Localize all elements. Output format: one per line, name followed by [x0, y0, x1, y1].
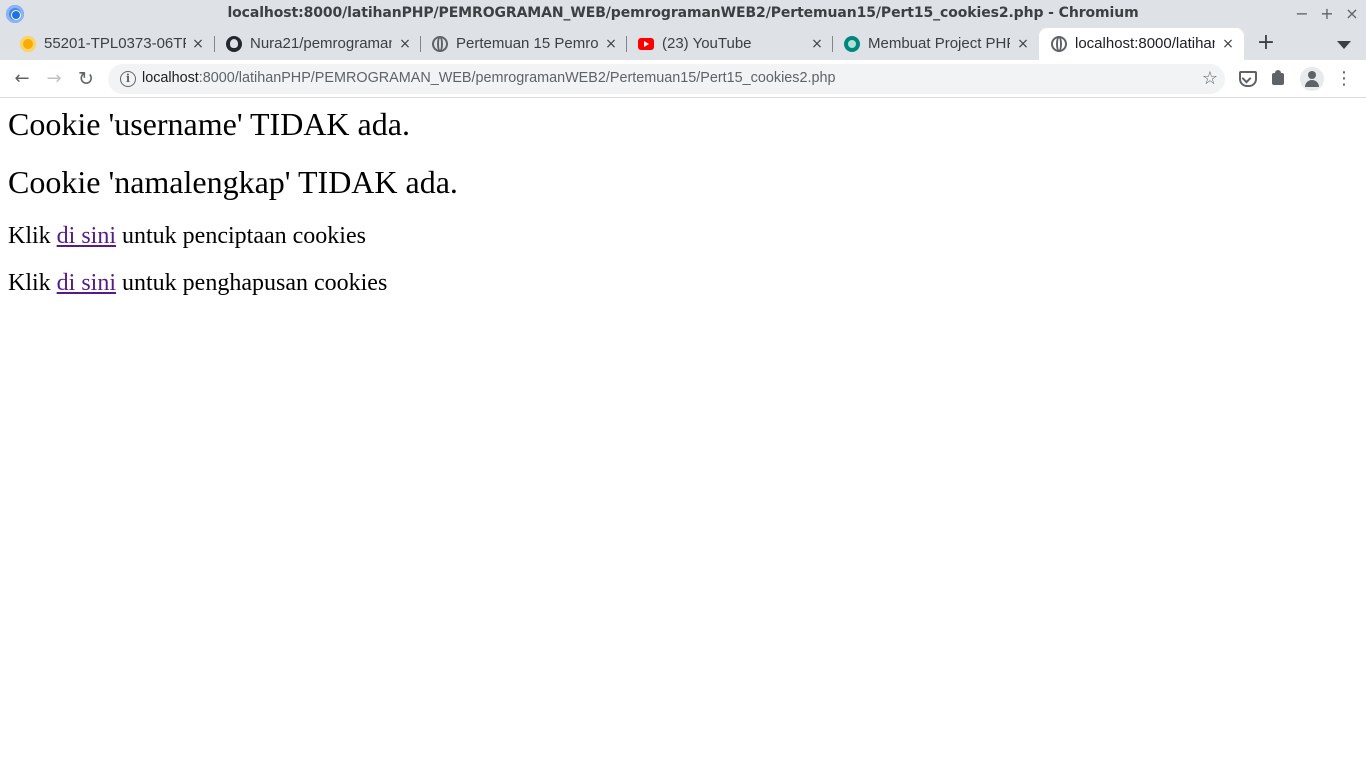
- create-suffix: untuk penciptaan cookies: [116, 223, 366, 249]
- title-bar: localhost:8000/latihanPHP/PEMROGRAMAN_WE…: [0, 0, 1366, 28]
- tab-github[interactable]: Nura21/pemrograman ×: [214, 28, 421, 60]
- tab-close-button[interactable]: ×: [396, 35, 414, 53]
- bookmark-star-icon[interactable]: ☆: [1199, 68, 1221, 90]
- tab-close-button[interactable]: ×: [1014, 35, 1032, 53]
- tab-search-button[interactable]: [1333, 34, 1355, 56]
- tab-localhost-active[interactable]: localhost:8000/latihan ×: [1039, 28, 1244, 60]
- create-cookies-link[interactable]: di sini: [57, 223, 116, 249]
- delete-cookies-line: Klik di sini untuk penghapusan cookies: [8, 270, 387, 297]
- moodle-icon: [20, 36, 36, 52]
- tab-close-button[interactable]: ×: [189, 35, 207, 53]
- pocket-icon[interactable]: [1237, 68, 1259, 90]
- username-cookie-heading: Cookie 'username' TIDAK ada.: [8, 106, 410, 142]
- page-content: Cookie 'username' TIDAK ada. Cookie 'nam…: [0, 99, 1366, 768]
- tab-membuat-project[interactable]: Membuat Project PHP ×: [832, 28, 1037, 60]
- github-icon: [226, 36, 242, 52]
- back-button[interactable]: ←: [10, 67, 34, 91]
- profile-avatar[interactable]: [1300, 67, 1324, 91]
- create-prefix: Klik: [8, 223, 57, 249]
- tab-title: 55201-TPL0373-06TPL: [44, 35, 186, 52]
- site-icon: [844, 36, 860, 52]
- tab-close-button[interactable]: ×: [1219, 35, 1237, 53]
- tab-moodle[interactable]: 55201-TPL0373-06TPL ×: [8, 28, 215, 60]
- tab-title: localhost:8000/latihan: [1075, 35, 1215, 52]
- maximize-button[interactable]: +: [1316, 3, 1338, 25]
- namalengkap-cookie-heading: Cookie 'namalengkap' TIDAK ada.: [8, 164, 458, 200]
- tab-title: (23) YouTube: [662, 35, 752, 52]
- minimize-button[interactable]: −: [1291, 3, 1313, 25]
- tab-youtube[interactable]: (23) YouTube ×: [626, 28, 833, 60]
- address-bar[interactable]: i localhost:8000/latihanPHP/PEMROGRAMAN_…: [108, 64, 1225, 94]
- delete-cookies-link[interactable]: di sini: [57, 270, 116, 296]
- window-title: localhost:8000/latihanPHP/PEMROGRAMAN_WE…: [227, 5, 1139, 21]
- extensions-icon[interactable]: [1269, 68, 1291, 90]
- tab-close-button[interactable]: ×: [602, 35, 620, 53]
- address-url[interactable]: localhost:8000/latihanPHP/PEMROGRAMAN_WE…: [142, 70, 835, 86]
- tab-title: Pertemuan 15 Pemrog: [456, 35, 598, 52]
- tab-close-button[interactable]: ×: [808, 35, 826, 53]
- delete-suffix: untuk penghapusan cookies: [116, 270, 388, 296]
- forward-button[interactable]: →: [42, 67, 66, 91]
- tab-pertemuan15[interactable]: Pertemuan 15 Pemrog ×: [420, 28, 627, 60]
- tab-title: Nura21/pemrograman: [250, 35, 392, 52]
- browser-toolbar: ← → ↻ i localhost:8000/latihanPHP/PEMROG…: [0, 60, 1366, 98]
- youtube-icon: [638, 38, 654, 50]
- globe-icon: [1051, 36, 1067, 52]
- create-cookies-line: Klik di sini untuk penciptaan cookies: [8, 223, 366, 250]
- delete-prefix: Klik: [8, 270, 57, 296]
- tab-title: Membuat Project PHP: [868, 35, 1010, 52]
- new-tab-button[interactable]: +: [1254, 32, 1278, 56]
- url-path: :8000/latihanPHP/PEMROGRAMAN_WEB/pemrogr…: [198, 70, 836, 86]
- url-host: localhost: [142, 70, 199, 86]
- globe-icon: [432, 36, 448, 52]
- site-info-icon[interactable]: i: [120, 71, 136, 87]
- tab-strip: 55201-TPL0373-06TPL × Nura21/pemrograman…: [0, 28, 1366, 60]
- reload-button[interactable]: ↻: [74, 67, 98, 91]
- browser-menu-button[interactable]: ⋮: [1334, 67, 1354, 91]
- close-window-button[interactable]: ×: [1341, 3, 1363, 25]
